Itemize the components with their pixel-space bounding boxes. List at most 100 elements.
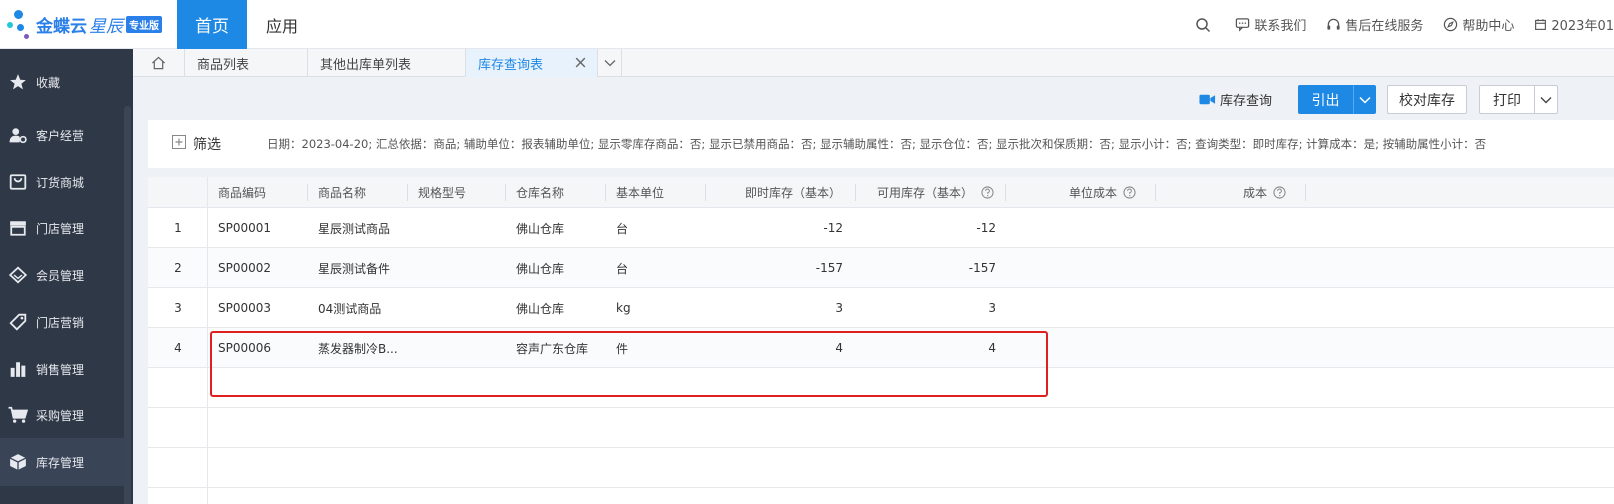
export-button[interactable]: 引出 <box>1298 85 1353 114</box>
top-right-menu: 联系我们 售后在线服务 帮助中心 2023年01 <box>1175 0 1614 49</box>
sidebar-scrollbar[interactable] <box>124 106 131 504</box>
sidebar-item-purchase[interactable]: 采购管理 <box>0 391 125 439</box>
check-inventory-button[interactable]: 校对库存 <box>1387 85 1467 114</box>
column-header-label: 规格型号 <box>418 186 467 200</box>
cell-name: 星辰测试商品 <box>318 221 391 236</box>
sidebar-item-label: 会员管理 <box>36 268 85 283</box>
column-header-warehouse[interactable]: 仓库名称 <box>506 177 606 208</box>
logo[interactable]: 金蝶云 星辰 专业版 <box>6 8 172 42</box>
cart-icon <box>0 406 36 424</box>
search-button[interactable] <box>1195 17 1215 33</box>
cell-name: 蒸发器制冷B... <box>318 341 398 356</box>
video-camera-icon <box>1199 94 1216 105</box>
column-header-stock[interactable]: 即时库存（基本） <box>706 177 856 208</box>
cell-code: SP00006 <box>218 341 272 355</box>
cell-unit: 台 <box>616 261 629 276</box>
sidebar-item-members[interactable]: 会员管理 <box>0 251 125 299</box>
cell-spec <box>418 288 506 328</box>
cell-available: -157 <box>968 261 996 275</box>
table-row[interactable]: 3 SP00003 04测试商品 佛山仓库 kg 3 3 <box>148 288 1614 328</box>
cell-spec <box>418 208 506 248</box>
sidebar-item-label: 销售管理 <box>36 362 85 377</box>
tab-home[interactable] <box>133 49 185 77</box>
date-label: 2023年01 <box>1551 19 1614 34</box>
help-circle-icon[interactable] <box>981 186 994 199</box>
sidebar-item-customers[interactable]: 客户经营 <box>0 111 125 159</box>
close-icon[interactable] <box>574 56 587 69</box>
compass-icon <box>1444 17 1458 32</box>
table-row[interactable]: 4 SP00006 蒸发器制冷B... 容声广东仓库 件 4 4 <box>148 328 1614 368</box>
cell-available: -12 <box>976 221 996 235</box>
sidebar-item-order-mall[interactable]: 订货商城 <box>0 158 125 206</box>
sidebar-item-label: 客户经营 <box>36 128 85 143</box>
top-bar: 金蝶云 星辰 专业版 首页 应用 联系我们 售后在线服务 帮助中心 2023年01 <box>0 0 1614 49</box>
column-header-code[interactable]: 商品编码 <box>208 177 308 208</box>
export-dropdown-button[interactable] <box>1353 85 1376 114</box>
column-header-label: 可用库存（基本） <box>876 186 973 200</box>
cell-available: 4 <box>988 341 996 355</box>
help-link[interactable]: 帮助中心 <box>1443 15 1514 34</box>
expand-plus-icon[interactable] <box>172 135 186 149</box>
cell-warehouse: 容声广东仓库 <box>516 341 589 356</box>
column-header-available[interactable]: 可用库存（基本） <box>856 177 1006 208</box>
cell-stock: -12 <box>823 221 843 235</box>
table-row[interactable]: 1 SP00001 星辰测试商品 佛山仓库 台 -12 -12 <box>148 208 1614 248</box>
cell-code: SP00001 <box>218 221 272 235</box>
star-icon <box>0 73 36 91</box>
nav-home[interactable]: 首页 <box>177 0 247 49</box>
table-header: 商品编码 商品名称 规格型号 仓库名称 基本单位 即时库存（基本） 可用库存（基… <box>148 177 1614 208</box>
tab-other-outbound[interactable]: 其他出库单列表 <box>308 49 466 77</box>
sidebar-item-sales[interactable]: 销售管理 <box>0 345 125 393</box>
column-header-unit[interactable]: 基本单位 <box>606 177 706 208</box>
headset-icon <box>1327 18 1340 30</box>
sidebar-item-inventory[interactable]: 库存管理 <box>0 438 125 486</box>
sidebar-item-label: 门店营销 <box>36 315 85 330</box>
empty-row <box>148 408 1614 448</box>
help-label: 帮助中心 <box>1462 19 1515 34</box>
column-header-label: 仓库名称 <box>516 186 565 200</box>
table-row[interactable]: 2 SP00002 星辰测试备件 佛山仓库 台 -157 -157 <box>148 248 1614 288</box>
chevron-down-icon <box>604 60 615 67</box>
cell-warehouse: 佛山仓库 <box>516 261 565 276</box>
cell-warehouse: 佛山仓库 <box>516 221 565 236</box>
contact-link[interactable]: 联系我们 <box>1235 15 1306 34</box>
filter-toggle[interactable]: 筛选 <box>193 134 221 154</box>
user-gear-icon <box>0 126 36 144</box>
cell-stock: 3 <box>835 301 843 315</box>
box-icon <box>0 453 36 471</box>
tab-more-dropdown[interactable] <box>598 49 622 77</box>
export-label: 引出 <box>1311 92 1340 109</box>
empty-row <box>148 368 1614 408</box>
calendar-icon <box>1535 19 1547 30</box>
bar-chart-icon <box>0 360 36 378</box>
tab-label: 库存查询表 <box>478 57 544 73</box>
tab-inventory-query[interactable]: 库存查询表 <box>466 49 598 77</box>
column-header-label: 单位成本 <box>1068 186 1117 200</box>
help-circle-icon[interactable] <box>1273 186 1286 199</box>
cell-unit: 件 <box>616 341 629 356</box>
row-number-column <box>148 177 208 504</box>
chat-icon <box>1236 18 1250 32</box>
column-header-cost[interactable]: 成本 <box>1156 177 1306 208</box>
service-link[interactable]: 售后在线服务 <box>1326 15 1423 34</box>
inventory-table: 商品编码 商品名称 规格型号 仓库名称 基本单位 即时库存（基本） 可用库存（基… <box>148 177 1614 504</box>
nav-app[interactable]: 应用 <box>247 0 317 49</box>
tab-product-list[interactable]: 商品列表 <box>185 49 308 77</box>
print-button[interactable]: 打印 <box>1479 85 1535 114</box>
check-label: 校对库存 <box>1399 92 1455 109</box>
cell-code: SP00003 <box>218 301 272 315</box>
sidebar-item-store-marketing[interactable]: 门店营销 <box>0 298 125 346</box>
cell-available: 3 <box>988 301 996 315</box>
video-tutorial-link[interactable]: 库存查询 <box>1199 85 1272 114</box>
video-link-label: 库存查询 <box>1220 94 1273 109</box>
sidebar-item-store[interactable]: 门店管理 <box>0 204 125 252</box>
sidebar-item-favorites[interactable]: 收藏 <box>0 58 125 106</box>
filter-summary: 日期：2023-04-20; 汇总依据：商品; 辅助单位：报表辅助单位; 显示零… <box>267 137 1487 151</box>
date-display[interactable]: 2023年01 <box>1534 15 1614 34</box>
column-header-name[interactable]: 商品名称 <box>308 177 408 208</box>
column-header-label: 商品名称 <box>318 186 367 200</box>
column-header-unit-cost[interactable]: 单位成本 <box>1006 177 1156 208</box>
column-header-spec[interactable]: 规格型号 <box>408 177 506 208</box>
help-circle-icon[interactable] <box>1123 186 1136 199</box>
print-dropdown-button[interactable] <box>1534 85 1558 114</box>
